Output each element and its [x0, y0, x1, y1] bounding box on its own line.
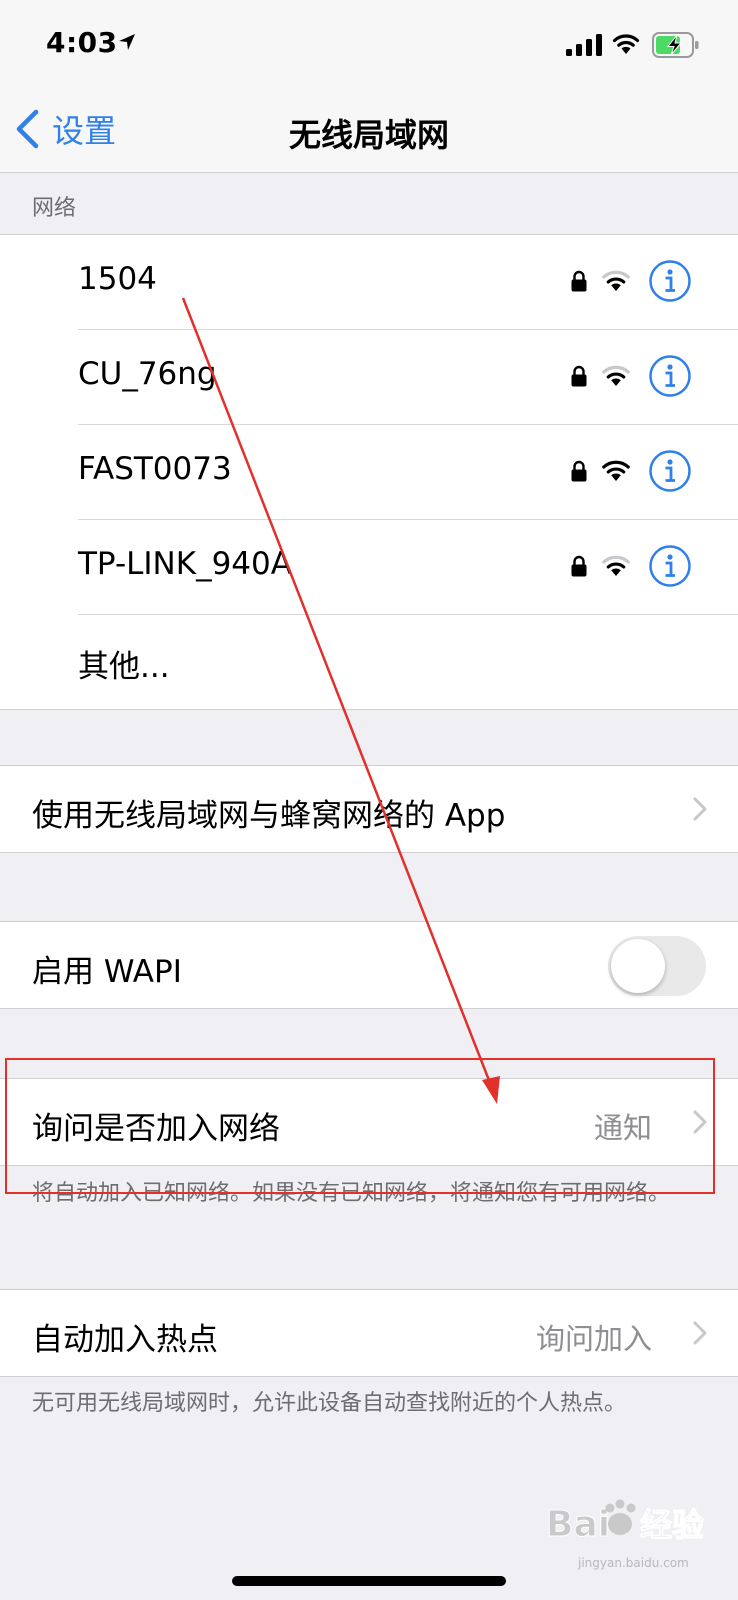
networks-section-header: 网络	[32, 196, 77, 221]
hotspot-note: 无可用无线局域网时，允许此设备自动查找附近的个人热点。	[32, 1391, 627, 1416]
status-time: 4:03	[46, 26, 118, 59]
other-network-row[interactable]: 其他...	[78, 615, 738, 709]
lock-icon	[571, 270, 587, 292]
location-arrow-icon	[119, 34, 135, 50]
lock-icon	[571, 555, 587, 577]
watermark-brand-suffix: 经验	[640, 1506, 704, 1544]
wifi-signal-icon	[602, 555, 630, 576]
apps-group: 使用无线局域网与蜂窝网络的 App	[0, 765, 738, 853]
info-icon[interactable]	[648, 544, 692, 588]
network-name: 1504	[78, 261, 157, 297]
wifi-signal-icon	[602, 365, 630, 386]
back-button[interactable]: 设置	[14, 107, 116, 151]
wapi-toggle[interactable]	[608, 936, 706, 996]
wapi-group: 启用 WAPI	[0, 921, 738, 1009]
wifi-signal-icon	[602, 460, 630, 481]
chevron-right-icon	[693, 1321, 707, 1345]
network-row-fast0073[interactable]: FAST0073	[78, 425, 738, 520]
chevron-right-icon	[693, 1110, 707, 1134]
watermark-brand: Bai	[546, 1504, 610, 1545]
ask-join-group: 询问是否加入网络 通知	[0, 1078, 738, 1166]
navigation-bar: 设置 无线局域网	[0, 90, 738, 173]
watermark-url: jingyan.baidu.com	[578, 1556, 689, 1570]
network-row-cu-76ng[interactable]: CU_76ng	[78, 330, 738, 425]
apps-using-wlan-cell[interactable]: 使用无线局域网与蜂窝网络的 App	[0, 766, 738, 852]
toggle-knob	[611, 939, 665, 993]
battery-charging-icon	[652, 32, 699, 58]
other-network-label: 其他...	[78, 649, 170, 685]
ask-join-label: 询问是否加入网络	[32, 1111, 280, 1147]
ask-join-cell[interactable]: 询问是否加入网络 通知	[0, 1079, 738, 1165]
info-icon[interactable]	[648, 354, 692, 398]
wifi-status-icon	[612, 34, 640, 54]
apps-using-wlan-label: 使用无线局域网与蜂窝网络的 App	[32, 798, 506, 834]
wapi-label: 启用 WAPI	[32, 954, 182, 990]
network-row-tp-link-940a[interactable]: TP-LINK_940A	[78, 520, 738, 615]
ask-join-value: 通知	[593, 1111, 652, 1145]
lock-icon	[571, 460, 587, 482]
lock-icon	[571, 365, 587, 387]
network-name: TP-LINK_940A	[78, 546, 292, 582]
hotspot-group: 自动加入热点 询问加入	[0, 1289, 738, 1377]
network-row-1504[interactable]: 1504	[78, 235, 738, 330]
cellular-signal-icon	[566, 34, 602, 56]
info-icon[interactable]	[648, 259, 692, 303]
info-icon[interactable]	[648, 449, 692, 493]
wapi-cell: 启用 WAPI	[0, 922, 738, 1008]
wifi-signal-icon	[602, 270, 630, 291]
ask-join-note: 将自动加入已知网络。如果没有已知网络，将通知您有可用网络。	[32, 1181, 671, 1206]
auto-join-hotspot-cell[interactable]: 自动加入热点 询问加入	[0, 1290, 738, 1376]
auto-join-hotspot-value: 询问加入	[535, 1322, 652, 1356]
status-bar: 4:03	[0, 0, 738, 90]
chevron-right-icon	[693, 797, 707, 821]
baidu-jingyan-watermark: Bai 经验	[546, 1499, 705, 1546]
network-name: FAST0073	[78, 451, 232, 487]
home-indicator[interactable]	[232, 1576, 506, 1586]
chevron-left-icon	[16, 109, 39, 149]
auto-join-hotspot-label: 自动加入热点	[32, 1322, 218, 1358]
network-name: CU_76ng	[78, 356, 217, 392]
network-list: 1504 CU_76ng FAST0073 TP-LINK_940A 其他...	[0, 234, 738, 710]
back-label: 设置	[52, 112, 117, 150]
